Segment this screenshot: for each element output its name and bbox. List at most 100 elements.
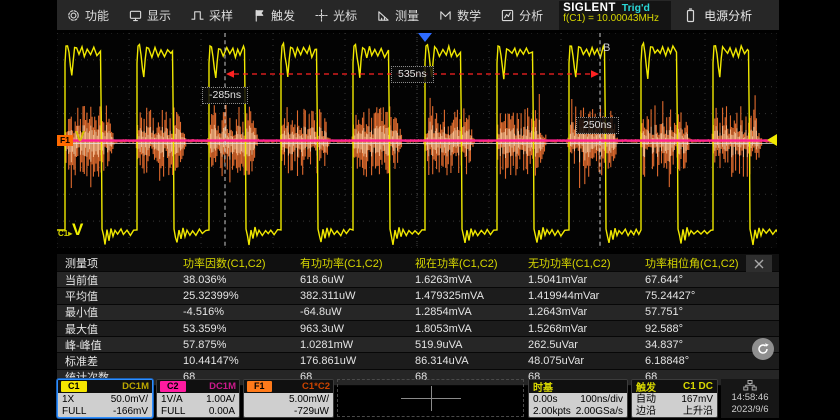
table-row: 最小值-4.516%-64.8uW1.2854mVA1.2643mVar57.7… <box>57 305 779 321</box>
cursor-delta-value-label: 535ns <box>391 66 434 83</box>
menu-item-sampling[interactable]: 采样 <box>181 0 243 30</box>
menu-item-label: 分析 <box>519 7 543 24</box>
table-header-cell: 功率因数(C1,C2) <box>183 255 300 271</box>
menu-item-math[interactable]: 数学 <box>429 0 491 30</box>
table-cell: 1.419944mVar <box>528 290 645 302</box>
menu-item-label: 光标 <box>333 7 357 24</box>
table-row-label: 当前值 <box>65 272 183 288</box>
c1-marker-glyph: V <box>72 221 83 238</box>
math-icon <box>439 9 452 22</box>
c2-tag: C2 <box>160 381 186 392</box>
gear-icon <box>67 9 80 22</box>
trigger-mode: 自动 <box>636 395 656 405</box>
trigger-level: 167mV <box>681 395 713 405</box>
table-row-label: 平均值 <box>65 288 183 304</box>
system-date: 2023/9/6 <box>721 404 779 416</box>
c1-channel-marker[interactable]: C1▸ <box>58 229 72 238</box>
table-row: 最大值53.359%963.3uW1.8053mVA1.5268mVar92.5… <box>57 321 779 337</box>
table-cell: 1.6263mVA <box>415 274 528 286</box>
f1-scale: 5.00mW/ <box>289 395 329 405</box>
menu-item-label: 测量 <box>395 7 419 24</box>
table-row-label: 标准差 <box>65 353 183 369</box>
c1-tag: C1 <box>61 381 87 392</box>
power-analysis-label: 电源分析 <box>704 7 752 24</box>
table-cell: 1.2854mVA <box>415 306 528 318</box>
table-cell: 1.2643mVar <box>528 306 645 318</box>
timebase-scale: 100ns/div <box>580 395 623 405</box>
table-cell: 53.359% <box>183 323 300 335</box>
trigger-source: C1 DC <box>683 381 713 392</box>
table-header-cell: 视在功率(C1,C2) <box>415 255 528 271</box>
trigger-flag-icon <box>253 9 266 22</box>
system-time: 14:58:46 <box>721 392 779 404</box>
table-close-button[interactable] <box>746 255 772 272</box>
table-cell: 48.075uVar <box>528 355 645 367</box>
table-cell: 57.875% <box>183 339 300 351</box>
c1-offset: -166mV <box>113 407 148 417</box>
table-row: 平均值25.32399%382.311uW1.479325mVA1.419944… <box>57 288 779 304</box>
table-cell: 963.3uW <box>300 323 415 335</box>
table-row: 标准差10.44147%176.861uW86.314uVA48.075uVar… <box>57 353 779 369</box>
clock-panel: 14:58:46 2023/9/6 <box>721 379 779 418</box>
measure-icon <box>377 9 390 22</box>
menu-item-cursor[interactable]: 光标 <box>305 0 367 30</box>
close-icon <box>754 259 764 269</box>
channel-c1-box[interactable]: C1 DC1M 1X50.0mV/ FULL-166mV <box>57 379 153 418</box>
f1-channel-marker[interactable]: F1 <box>57 135 73 146</box>
table-cell: 1.8053mVA <box>415 323 528 335</box>
menu-item-display[interactable]: 显示 <box>119 0 181 30</box>
table-cell: 38.036% <box>183 274 300 286</box>
table-row: 峰-峰值57.875%1.0281mW519.9uVA262.5uVar34.8… <box>57 337 779 353</box>
table-cell: 176.861uW <box>300 355 415 367</box>
table-cell: 382.311uW <box>300 290 415 302</box>
table-cell: 25.32399% <box>183 290 300 302</box>
table-cell: 67.644° <box>645 274 779 286</box>
math-f1-box[interactable]: F1 C1*C2 5.00mW/ -729uW <box>243 379 334 418</box>
menu-item-analysis[interactable]: 分析 <box>491 0 553 30</box>
frequency-readout: f(C1) = 10.00043MHz <box>563 14 667 25</box>
table-header-cell: 有功功率(C1,C2) <box>300 255 415 271</box>
trigger-level-marker-icon[interactable] <box>767 134 777 146</box>
timebase-box[interactable]: 时基 0.00s100ns/div 2.00kpts2.00GSa/s <box>528 379 628 418</box>
c1-bandwidth: FULL <box>62 407 86 417</box>
channel-c2-box[interactable]: C2 DC1M 1V/A1.00A/ FULL0.00A <box>156 379 240 418</box>
table-row-label: 最小值 <box>65 304 183 320</box>
add-trace-placeholder[interactable] <box>337 379 524 417</box>
f1-marker-glyph: V <box>75 129 85 144</box>
table-cell: 262.5uVar <box>528 339 645 351</box>
status-block: SIGLENT Trig'd f(C1) = 10.00043MHz <box>559 1 671 30</box>
trigger-box[interactable]: 触发 C1 DC 自动167mV 边沿上升沿 <box>631 379 718 418</box>
trigger-slope: 上升沿 <box>683 407 713 417</box>
table-row-label: 峰-峰值 <box>65 337 183 353</box>
table-row-label: 最大值 <box>65 321 183 337</box>
f1-source: C1*C2 <box>302 381 330 392</box>
cursor-b-label: B <box>603 42 610 54</box>
lan-network-icon <box>743 380 757 391</box>
statistics-reset-button[interactable] <box>752 338 774 360</box>
table-cell: 10.44147% <box>183 355 300 367</box>
c2-probe: 1V/A <box>161 395 183 405</box>
cursor-a-value-label: -285ns <box>202 87 248 104</box>
menu-item-trigger[interactable]: 触发 <box>243 0 305 30</box>
c2-bandwidth: FULL <box>161 407 185 417</box>
timebase-delay: 0.00s <box>533 395 557 405</box>
table-cell: 519.9uVA <box>415 339 528 351</box>
sampling-icon <box>191 9 204 22</box>
trigger-position-marker-icon[interactable] <box>418 33 432 42</box>
menu-item-measure[interactable]: 测量 <box>367 0 429 30</box>
table-cell: 1.5268mVar <box>528 323 645 335</box>
cursor-icon <box>315 9 328 22</box>
menu-item-label: 数学 <box>457 7 481 24</box>
table-cell: -64.8uW <box>300 306 415 318</box>
siglent-logo: SIGLENT <box>563 2 616 14</box>
c2-coupling: DC1M <box>209 381 236 392</box>
c1-scale: 50.0mV/ <box>111 395 148 405</box>
f1-offset: -729uW <box>294 407 329 417</box>
top-menu-bar: 功能 显示 采样 触发 光标 测量 数学 分析 <box>57 0 779 30</box>
menu-item-power-analysis[interactable]: 电源分析 <box>685 7 752 24</box>
measurement-table: 测量项功率因数(C1,C2)有功功率(C1,C2)视在功率(C1,C2)无功功率… <box>57 254 779 386</box>
menu-item-function[interactable]: 功能 <box>57 0 119 30</box>
table-cell: 75.24427° <box>645 290 779 302</box>
trigger-status-badge: Trig'd <box>622 3 650 14</box>
reset-icon <box>756 342 770 356</box>
